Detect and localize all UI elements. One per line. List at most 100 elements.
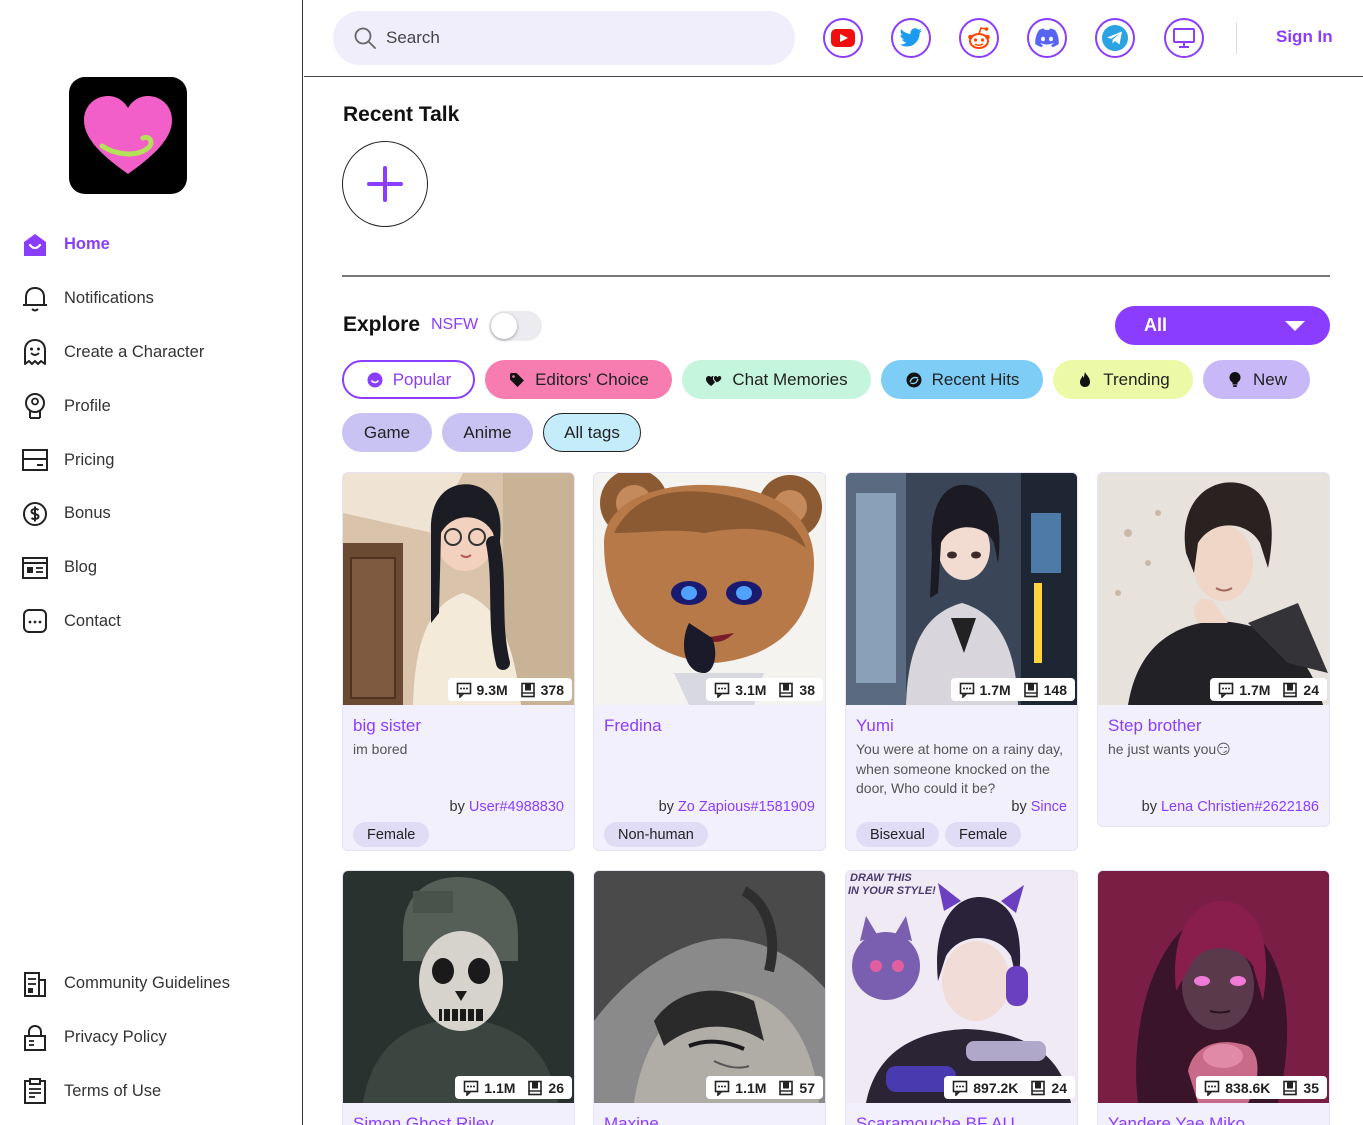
category-all-tags[interactable]: All tags (543, 413, 641, 452)
chat-bubble-icon (714, 1080, 730, 1096)
app-logo[interactable] (69, 77, 187, 194)
nsfw-toggle[interactable] (489, 311, 542, 341)
clipboard-icon (20, 1076, 50, 1106)
nav-label: Profile (64, 396, 111, 415)
nav-item-contact[interactable]: Contact (20, 595, 290, 649)
chat-count: 838.6K (1225, 1079, 1271, 1096)
nav-item-notifications[interactable]: Notifications (20, 272, 290, 326)
reddit-button[interactable] (959, 18, 999, 58)
chip-editors-choice[interactable]: Editors' Choice (485, 360, 672, 399)
character-author: by Since (1011, 799, 1067, 815)
bookmark-book-icon (528, 1080, 543, 1095)
character-tag[interactable]: Female (945, 822, 1022, 847)
save-count: 24 (1051, 1079, 1067, 1096)
by-prefix: by (1141, 799, 1161, 815)
recent-talk-title: Recent Talk (343, 103, 460, 126)
category-anime[interactable]: Anime (442, 413, 533, 452)
chevron-down-icon (1285, 320, 1305, 331)
bookmark-book-icon (520, 682, 535, 697)
ghost-icon (20, 337, 50, 367)
blog-icon (20, 553, 50, 583)
nav-item-pricing[interactable]: Pricing (20, 433, 290, 487)
twitter-button[interactable] (891, 18, 931, 58)
chat-bubble-icon (1218, 682, 1234, 698)
nav-item-home[interactable]: Home (20, 218, 290, 272)
chat-count: 897.2K (973, 1079, 1019, 1096)
nav-label: Contact (64, 611, 121, 630)
chip-label: Anime (463, 422, 512, 442)
telegram-button[interactable] (1095, 18, 1135, 58)
character-tag[interactable]: Bisexual (856, 822, 939, 847)
sidebar: Home Notifications Create a Character Pr… (0, 0, 303, 1125)
home-icon (20, 230, 50, 260)
chip-label: Editors' Choice (535, 369, 649, 389)
toggle-knob (491, 313, 517, 339)
character-tag[interactable]: Female (353, 822, 430, 847)
nav-item-privacy-policy[interactable]: Privacy Policy (20, 1011, 290, 1065)
nav-item-profile[interactable]: Profile (20, 379, 290, 433)
nav-label: Home (64, 235, 110, 254)
chip-new[interactable]: New (1203, 360, 1310, 399)
character-card-big-sister[interactable]: 9.3M 378 big sister im bored by User#498… (342, 472, 575, 851)
character-card-step-brother[interactable]: 1.7M 24 Step brother he just wants you😏 … (1097, 472, 1330, 827)
card-stats: 1.7M 148 (950, 678, 1075, 701)
filter-dropdown[interactable]: All (1115, 306, 1330, 345)
top-bar: Sign In (304, 0, 1363, 77)
nav-label: Notifications (64, 289, 154, 308)
chip-chat-memories[interactable]: Chat Memories (682, 360, 871, 399)
bookmark-book-icon (1283, 682, 1298, 697)
nav-item-terms-of-use[interactable]: Terms of Use (20, 1065, 290, 1119)
chat-count: 1.7M (979, 681, 1011, 698)
character-card-simon-ghost-riley[interactable]: 1.1M 26 Simon Ghost Riley (342, 870, 575, 1125)
guidelines-icon (20, 969, 50, 999)
discord-icon (1035, 28, 1059, 48)
fire-icon (1076, 371, 1094, 389)
character-name: Fredina (604, 716, 662, 735)
bell-icon (20, 284, 50, 314)
character-tag[interactable]: Non-human (604, 822, 708, 847)
search-input[interactable] (386, 28, 766, 48)
explore-title: Explore (343, 313, 421, 336)
character-name: Step brother (1108, 716, 1202, 735)
character-card-fredina[interactable]: 3.1M 38 Fredina by Zo Zapious#1581909 No… (593, 472, 826, 851)
character-card-yumi[interactable]: 1.7M 148 Yumi You were at home on a rain… (845, 472, 1078, 851)
search-box[interactable] (333, 11, 795, 65)
bookmark-book-icon (1283, 1080, 1298, 1095)
nav-item-bonus[interactable]: Bonus (20, 487, 290, 541)
nav-item-create-character[interactable]: Create a Character (20, 326, 290, 380)
character-card-scaramouche[interactable]: DRAW THIS IN YOUR STYLE! 897.2K 24 Scara… (845, 870, 1078, 1125)
author-link[interactable]: Since (1031, 799, 1067, 815)
character-name: big sister (353, 716, 422, 735)
character-card-maxine[interactable]: 1.1M 57 Maxine (593, 870, 826, 1125)
character-card-yandere-yae-miko[interactable]: 838.6K 35 Yandere Yae Miko (1097, 870, 1330, 1125)
swirl-icon (905, 371, 923, 389)
save-count: 24 (1303, 681, 1319, 698)
author-link[interactable]: User#4988830 (469, 799, 564, 815)
dropdown-value: All (1144, 315, 1168, 335)
nsfw-label: NSFW (431, 316, 479, 333)
discord-button[interactable] (1027, 18, 1067, 58)
chip-trending[interactable]: Trending (1053, 360, 1193, 399)
add-talk-button[interactable] (342, 141, 428, 227)
desktop-app-button[interactable] (1164, 18, 1204, 58)
save-count: 38 (799, 681, 815, 698)
nav-label: Pricing (64, 450, 115, 469)
category-game[interactable]: Game (342, 413, 432, 452)
youtube-button[interactable] (823, 18, 863, 58)
author-link[interactable]: Zo Zapious#1581909 (678, 799, 815, 815)
chip-label: Game (363, 422, 411, 442)
character-portrait: 838.6K 35 (1098, 871, 1329, 1103)
save-count: 57 (799, 1079, 815, 1096)
lock-icon (20, 1023, 50, 1053)
header-divider (1236, 22, 1237, 54)
chip-recent-hits[interactable]: Recent Hits (881, 360, 1043, 399)
chip-popular[interactable]: Popular (342, 360, 475, 399)
reddit-icon (968, 27, 990, 49)
nav-item-community-guidelines[interactable]: Community Guidelines (20, 957, 290, 1011)
nav-item-blog[interactable]: Blog (20, 541, 290, 595)
main-nav: Home Notifications Create a Character Pr… (20, 218, 290, 648)
artwork-text-line-1: DRAW THIS (850, 872, 912, 884)
sign-in-button[interactable]: Sign In (1276, 27, 1333, 47)
section-divider (342, 275, 1330, 277)
author-link[interactable]: Lena Christien#2622186 (1161, 799, 1319, 815)
